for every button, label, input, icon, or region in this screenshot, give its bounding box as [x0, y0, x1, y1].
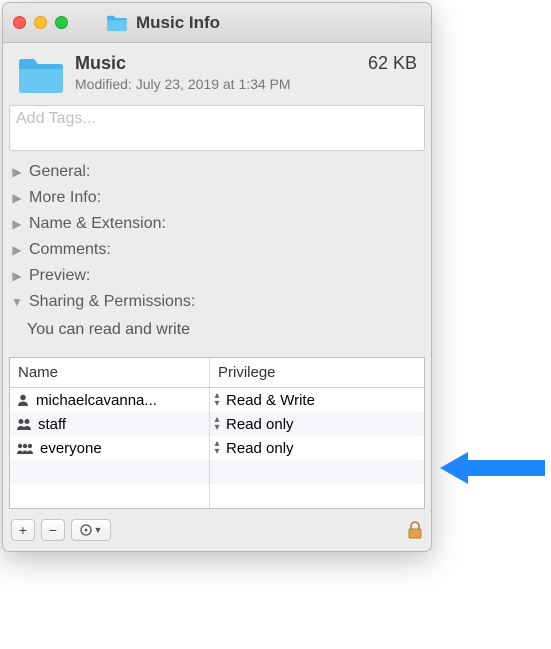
section-label: Comments: [29, 241, 111, 259]
folder-icon-large [17, 53, 65, 97]
user-icon [16, 441, 34, 455]
modified-line: Modified: July 23, 2019 at 1:34 PM [75, 76, 417, 92]
item-size: 62 KB [368, 53, 417, 74]
minimize-button[interactable] [34, 16, 47, 29]
stepper-icon[interactable]: ▴▾ [212, 392, 222, 408]
tags-field[interactable] [9, 105, 425, 151]
stepper-icon[interactable]: ▴▾ [212, 440, 222, 456]
privilege-cell[interactable]: ▴▾Read only [210, 436, 424, 460]
chevron-right-icon: ▶ [11, 269, 23, 283]
titlebar: Music Info [3, 3, 431, 43]
lock-icon[interactable] [407, 520, 423, 540]
chevron-down-icon: ▼ [94, 525, 103, 535]
section-preview[interactable]: ▶ Preview: [9, 263, 425, 289]
modified-label: Modified: [75, 76, 132, 92]
zoom-button[interactable] [55, 16, 68, 29]
user-name: everyone [40, 440, 102, 457]
info-window: Music Info Music 62 KB Modified: July 23… [2, 2, 432, 552]
table-row[interactable]: michaelcavanna... ▴▾Read & Write [10, 388, 424, 412]
privilege-cell [210, 460, 424, 484]
annotation-arrow-icon [440, 448, 545, 488]
stepper-icon[interactable]: ▴▾ [212, 416, 222, 432]
window-controls [13, 16, 68, 29]
section-label: Preview: [29, 267, 90, 285]
name-cell [10, 460, 210, 484]
section-label: Name & Extension: [29, 215, 166, 233]
privilege-value: Read only [226, 416, 294, 433]
chevron-right-icon: ▶ [11, 165, 23, 179]
info-header: Music 62 KB Modified: July 23, 2019 at 1… [3, 43, 431, 105]
chevron-right-icon: ▶ [11, 191, 23, 205]
user-name: michaelcavanna... [36, 392, 157, 409]
section-label: General: [29, 163, 90, 181]
window-title: Music Info [136, 13, 220, 33]
chevron-down-icon: ▼ [11, 295, 23, 309]
chevron-right-icon: ▶ [11, 243, 23, 257]
user-icon [16, 417, 32, 431]
name-cell: michaelcavanna... [10, 388, 210, 412]
tags-input[interactable] [16, 110, 418, 128]
table-row [10, 460, 424, 484]
section-general[interactable]: ▶ General: [9, 159, 425, 185]
section-label: Sharing & Permissions: [29, 293, 195, 311]
table-header: Name Privilege [10, 358, 424, 388]
privilege-value: Read only [226, 440, 294, 457]
chevron-right-icon: ▶ [11, 217, 23, 231]
table-row[interactable]: everyone ▴▾Read only [10, 436, 424, 460]
section-label: More Info: [29, 189, 101, 207]
privilege-cell[interactable]: ▴▾Read only [210, 412, 424, 436]
name-cell: staff [10, 412, 210, 436]
column-name[interactable]: Name [10, 358, 210, 387]
privilege-cell [210, 484, 424, 508]
name-cell [10, 484, 210, 508]
section-comments[interactable]: ▶ Comments: [9, 237, 425, 263]
user-icon [16, 393, 30, 407]
column-privilege[interactable]: Privilege [210, 358, 424, 387]
name-cell: everyone [10, 436, 210, 460]
table-row[interactable]: staff ▴▾Read only [10, 412, 424, 436]
privilege-value: Read & Write [226, 392, 315, 409]
privilege-cell[interactable]: ▴▾Read & Write [210, 388, 424, 412]
user-name: staff [38, 416, 66, 433]
permissions-hint: You can read and write [9, 315, 425, 349]
permissions-table: Name Privilege michaelcavanna...▴▾Read &… [9, 357, 425, 509]
close-button[interactable] [13, 16, 26, 29]
permissions-toolbar: + − ▼ [3, 515, 431, 551]
table-row [10, 484, 424, 508]
action-menu-button[interactable]: ▼ [71, 519, 111, 541]
sections: ▶ General: ▶ More Info: ▶ Name & Extensi… [3, 157, 431, 357]
folder-icon [106, 14, 128, 32]
item-name: Music [75, 53, 126, 74]
remove-button[interactable]: − [41, 519, 65, 541]
modified-value: July 23, 2019 at 1:34 PM [136, 76, 291, 92]
section-more-info[interactable]: ▶ More Info: [9, 185, 425, 211]
gear-icon [80, 524, 92, 536]
table-body: michaelcavanna...▴▾Read & Writestaff▴▾Re… [10, 388, 424, 508]
add-button[interactable]: + [11, 519, 35, 541]
section-sharing-permissions[interactable]: ▼ Sharing & Permissions: [9, 289, 425, 315]
section-name-extension[interactable]: ▶ Name & Extension: [9, 211, 425, 237]
